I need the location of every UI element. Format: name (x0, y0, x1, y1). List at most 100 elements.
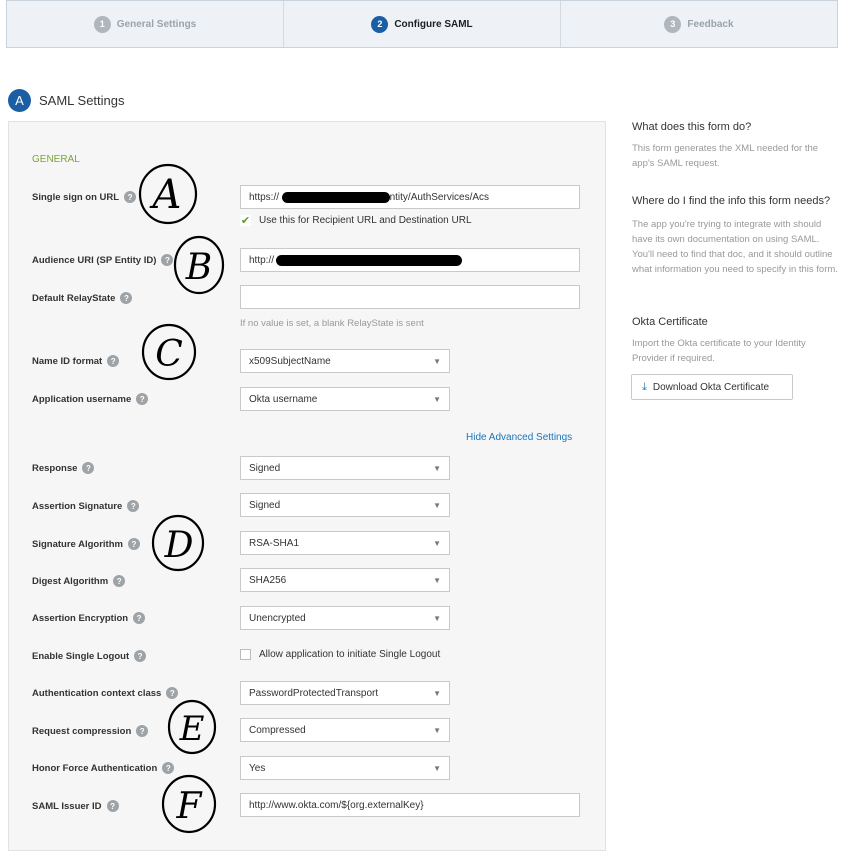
help-icon[interactable]: ? (136, 393, 149, 405)
label-text: Authentication context class (32, 687, 162, 699)
wizard-steps: 1 General Settings 2 Configure SAML 3 Fe… (6, 0, 838, 48)
nameid-label: Name ID format ? (32, 355, 120, 367)
help-icon[interactable]: ? (134, 650, 147, 662)
section-title: SAML Settings (39, 93, 125, 108)
help-body-form: This form generates the XML needed for t… (632, 143, 819, 169)
relay-input[interactable] (240, 285, 580, 309)
label-text: Response (32, 462, 78, 474)
chevron-down-icon: ▼ (433, 613, 441, 623)
annotation-f-icon: F (161, 774, 217, 834)
redaction-mark (276, 255, 462, 266)
redaction-mark (282, 192, 390, 203)
sig-alg-select[interactable]: RSA-SHA1 ▼ (240, 531, 450, 555)
step-label: Feedback (687, 18, 734, 30)
checkbox-label: Allow application to initiate Single Log… (259, 649, 441, 660)
annotation-a-icon: A (138, 163, 198, 225)
annotation-d-icon: D (151, 514, 205, 572)
help-icon[interactable]: ? (133, 612, 146, 624)
assert-enc-select[interactable]: Unencrypted ▼ (240, 606, 450, 630)
help-title-info: Where do I find the info this form needs… (632, 195, 831, 207)
help-title-form: What does this form do? (632, 121, 752, 133)
label-text: Digest Algorithm (32, 575, 109, 587)
annotation-letter: E (179, 709, 205, 749)
input-prefix: http:// (249, 254, 275, 266)
input-prefix: https:// (249, 191, 280, 203)
chevron-down-icon: ▼ (433, 725, 441, 735)
force-auth-select[interactable]: Yes ▼ (240, 756, 450, 780)
chevron-down-icon: ▼ (433, 538, 441, 548)
select-value: Signed (249, 462, 281, 474)
button-label: Download Okta Certificate (652, 381, 770, 393)
digest-label: Digest Algorithm ? (32, 575, 126, 587)
issuer-input[interactable]: http://www.okta.com/${org.externalKey} (240, 793, 580, 817)
help-icon[interactable]: ? (136, 725, 149, 737)
annotation-b-icon: B (173, 235, 225, 295)
compress-select[interactable]: Compressed ▼ (240, 718, 450, 742)
label-text: Audience URI (SP Entity ID) (32, 254, 157, 266)
input-suffix: entity/AuthServices/Acs (384, 191, 490, 203)
slo-checkbox-row[interactable]: Allow application to initiate Single Log… (240, 649, 440, 660)
select-value: RSA-SHA1 (249, 537, 300, 549)
relay-hint: If no value is set, a blank RelayState i… (240, 318, 424, 329)
select-value: SHA256 (249, 574, 287, 586)
select-value: Okta username (249, 393, 318, 405)
general-heading: GENERAL (32, 154, 80, 165)
annotation-c-icon: C (141, 323, 197, 381)
annotation-letter: F (176, 786, 204, 827)
digest-select[interactable]: SHA256 ▼ (240, 568, 450, 592)
help-icon[interactable]: ? (107, 355, 120, 367)
section-header: A SAML Settings (8, 89, 125, 112)
label-text: Single sign on URL (32, 191, 120, 203)
assert-sig-select[interactable]: Signed ▼ (240, 493, 450, 517)
authctx-select[interactable]: PasswordProtectedTransport ▼ (240, 681, 450, 705)
help-icon[interactable]: ? (82, 462, 95, 474)
chevron-down-icon: ▼ (433, 356, 441, 366)
step-feedback[interactable]: 3 Feedback (560, 1, 837, 47)
help-icon[interactable]: ? (106, 800, 119, 812)
label-text: Assertion Encryption (32, 612, 129, 624)
checkmark-icon[interactable]: ✔ (240, 215, 251, 227)
step-number: 2 (371, 15, 389, 33)
step-configure-saml[interactable]: 2 Configure SAML (283, 1, 560, 47)
chevron-down-icon: ▼ (433, 500, 441, 510)
step-general-settings[interactable]: 1 General Settings (7, 1, 283, 47)
label-text: Default RelayState (32, 292, 116, 304)
sso-url-label: Single sign on URL ? (32, 191, 137, 203)
nameid-select[interactable]: x509SubjectName ▼ (240, 349, 450, 373)
appuser-label: Application username ? (32, 393, 149, 405)
chevron-down-icon: ▼ (433, 394, 441, 404)
hide-advanced-link[interactable]: Hide Advanced Settings (466, 432, 572, 443)
cert-body: Import the Okta certificate to your Iden… (632, 338, 806, 364)
label-text: Signature Algorithm (32, 538, 123, 550)
step-label: General Settings (116, 18, 197, 30)
appuser-select[interactable]: Okta username ▼ (240, 387, 450, 411)
response-select[interactable]: Signed ▼ (240, 456, 450, 480)
select-value: Yes (249, 762, 266, 774)
download-certificate-button[interactable]: ⤓ Download Okta Certificate (631, 374, 793, 400)
help-icon[interactable]: ? (120, 292, 133, 304)
label-text: Assertion Signature (32, 500, 123, 512)
annotation-e-icon: E (167, 699, 217, 755)
slo-checkbox[interactable] (240, 649, 251, 660)
checkbox-label: Use this for Recipient URL and Destinati… (259, 215, 472, 226)
slo-label: Enable Single Logout ? (32, 650, 147, 662)
use-recipient-checkbox-row[interactable]: ✔ Use this for Recipient URL and Destina… (240, 215, 472, 227)
label-text: Enable Single Logout (32, 650, 130, 662)
cert-title: Okta Certificate (632, 316, 708, 328)
sig-alg-label: Signature Algorithm ? (32, 538, 140, 550)
section-badge: A (8, 89, 31, 112)
step-number: 3 (664, 15, 682, 33)
label-text: Name ID format (32, 355, 103, 367)
chevron-down-icon: ▼ (433, 688, 441, 698)
help-icon[interactable]: ? (113, 575, 126, 587)
annotation-letter: A (149, 172, 182, 218)
issuer-label: SAML Issuer ID ? (32, 800, 119, 812)
input-value: http://www.okta.com/${org.externalKey} (249, 799, 424, 811)
help-icon[interactable]: ? (127, 500, 140, 512)
authctx-label: Authentication context class ? (32, 687, 179, 699)
relay-label: Default RelayState ? (32, 292, 133, 304)
help-icon[interactable]: ? (127, 538, 140, 550)
label-text: Honor Force Authentication (32, 762, 158, 774)
annotation-letter: D (164, 525, 194, 566)
help-icon[interactable]: ? (124, 191, 137, 203)
